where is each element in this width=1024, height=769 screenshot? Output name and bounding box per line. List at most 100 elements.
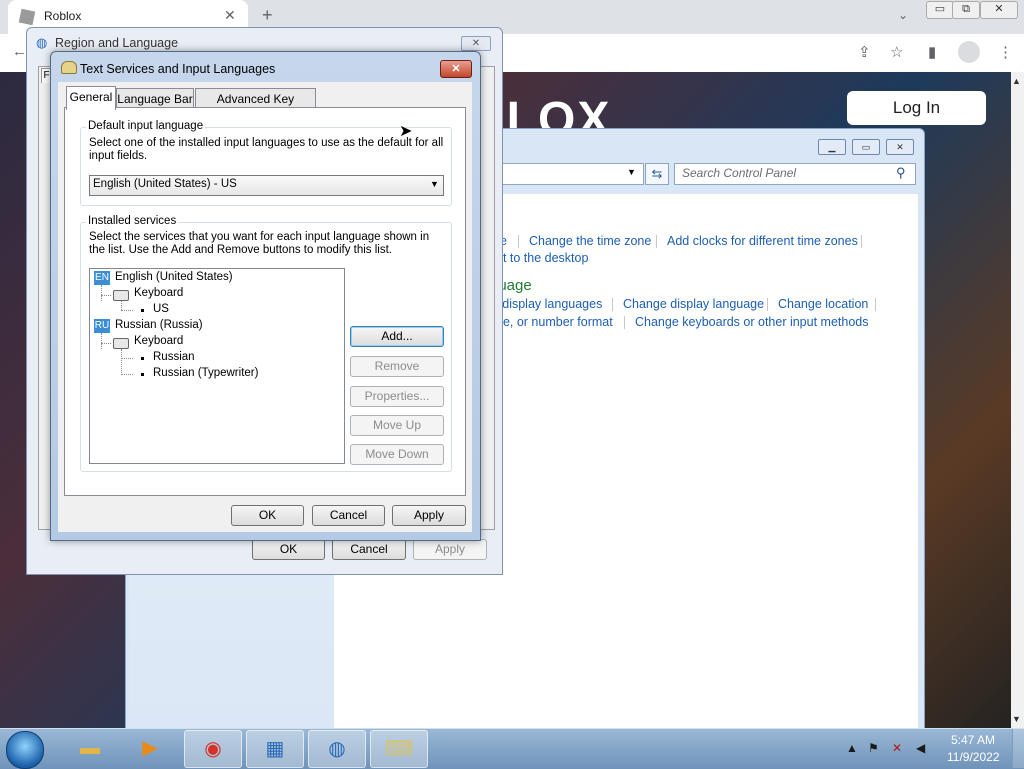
tab-search-icon[interactable]: ⌄ — [898, 8, 908, 22]
cp-link-add-clocks[interactable]: Add clocks for different time zones — [667, 234, 858, 248]
ok-button[interactable]: OK — [231, 505, 304, 526]
cp-link-desktop[interactable]: et to the desktop — [496, 251, 588, 265]
volume-icon[interactable]: ◀ — [916, 741, 925, 755]
tree-item-keyboard-en[interactable]: Keyboard — [134, 287, 183, 299]
cp-link-number-format[interactable]: ne, or number format — [496, 315, 613, 329]
bullet-icon — [141, 357, 144, 360]
language-badge-ru: RU — [94, 319, 110, 333]
new-tab-button[interactable]: + — [262, 5, 273, 26]
default-language-description: Select one of the installed input langua… — [89, 137, 444, 162]
cp-minimize-button[interactable]: ▁ — [818, 139, 846, 155]
tree-line — [121, 310, 133, 311]
properties-button[interactable]: Properties... — [350, 386, 444, 407]
bookmark-star-icon[interactable]: ☆ — [890, 43, 903, 61]
keyboard-icon — [113, 338, 129, 349]
tray-expand-icon[interactable]: ▲ — [846, 741, 858, 755]
region-dialog-title: Region and Language — [55, 36, 179, 50]
chevron-down-icon: ▼ — [430, 179, 439, 189]
roblox-favicon-icon — [18, 8, 36, 26]
taskbar-text-services[interactable]: ⌨ — [370, 730, 428, 768]
back-icon[interactable]: ← — [12, 43, 27, 60]
cp-search-placeholder: Search Control Panel — [682, 166, 797, 180]
page-scrollbar[interactable] — [1011, 72, 1024, 728]
tab-close-icon[interactable]: ✕ — [224, 7, 236, 24]
bullet-icon — [141, 373, 144, 376]
tree-item-layout-us[interactable]: US — [153, 303, 169, 315]
move-up-button[interactable]: Move Up — [350, 415, 444, 436]
taskbar-chrome[interactable]: ◉ — [184, 730, 242, 768]
remove-button[interactable]: Remove — [350, 356, 444, 377]
control-panel-icon: ▦ — [265, 738, 285, 760]
cp-link-display-languages[interactable]: l display languages — [496, 297, 602, 311]
move-down-button[interactable]: Move Down — [350, 444, 444, 465]
taskbar-explorer[interactable]: ▬ — [62, 730, 118, 766]
region-cancel-button[interactable]: Cancel — [332, 539, 406, 560]
folder-icon: ▬ — [80, 737, 100, 759]
tree-line — [101, 285, 102, 301]
network-icon[interactable]: ✕ — [892, 741, 902, 755]
minimize-button[interactable]: ▭ — [926, 1, 954, 19]
address-dropdown-icon[interactable]: ▼ — [627, 167, 636, 177]
cp-link-change-keyboards[interactable]: Change keyboards or other input methods — [635, 315, 868, 329]
tree-item-keyboard-ru[interactable]: Keyboard — [134, 335, 183, 347]
start-button[interactable] — [6, 731, 44, 769]
tab-advanced-key-settings[interactable]: Advanced Key Settings — [195, 88, 316, 126]
tree-item-layout-russian[interactable]: Russian — [153, 351, 195, 363]
installed-services-group-label: Installed services — [86, 215, 179, 227]
apply-button[interactable]: Apply — [392, 505, 466, 526]
profile-avatar[interactable] — [958, 41, 980, 63]
cancel-button[interactable]: Cancel — [312, 505, 385, 526]
tree-line — [101, 343, 111, 344]
action-center-icon[interactable]: ⚑ — [868, 741, 879, 755]
link-separator — [656, 235, 657, 248]
link-separator — [624, 316, 625, 329]
region-ok-button[interactable]: OK — [252, 539, 325, 560]
installed-services-description: Select the services that you want for ea… — [89, 231, 430, 256]
mouse-cursor-icon: ➤ — [399, 123, 413, 140]
close-window-button[interactable]: ✕ — [980, 1, 1018, 19]
globe-icon: ◍ — [36, 35, 48, 50]
scroll-down-icon[interactable]: ▼ — [1012, 714, 1021, 724]
keyboard-icon — [113, 290, 129, 301]
cp-link-change-location[interactable]: Change location — [778, 297, 868, 311]
login-button[interactable]: Log In — [847, 91, 986, 125]
taskbar-region-language[interactable]: ◍ — [308, 730, 366, 768]
add-button[interactable]: Add... — [350, 326, 444, 347]
tree-item-layout-russian-typewriter[interactable]: Russian (Typewriter) — [153, 367, 258, 379]
tree-item-russian[interactable]: Russian (Russia) — [115, 319, 203, 331]
cp-link-change-display-language[interactable]: Change display language — [623, 297, 764, 311]
tab-language-bar[interactable]: Language Bar — [116, 88, 194, 109]
link-separator — [612, 298, 613, 311]
side-panel-icon[interactable]: ▮ — [928, 43, 936, 61]
refresh-icon[interactable]: ⇆ — [645, 163, 669, 185]
cp-maximize-button[interactable]: ▭ — [852, 139, 880, 155]
cp-close-button[interactable]: ✕ — [886, 139, 914, 155]
show-desktop-button[interactable] — [1012, 729, 1024, 768]
media-player-icon: ▶ — [142, 737, 158, 759]
tree-line — [121, 374, 133, 375]
search-icon[interactable]: ⚲ — [896, 165, 906, 181]
globe-clock-icon: ◍ — [328, 738, 346, 760]
tree-line — [121, 358, 133, 359]
clock-time[interactable]: 5:47 AM — [951, 733, 995, 747]
cp-address-bar[interactable] — [490, 163, 644, 185]
restore-button[interactable]: ⧉ — [952, 1, 980, 19]
default-language-value: English (United States) - US — [93, 178, 237, 190]
taskbar-control-panel[interactable]: ▦ — [246, 730, 304, 768]
menu-icon[interactable]: ⋮ — [998, 43, 1013, 61]
text-services-close-button[interactable]: ✕ — [440, 60, 472, 78]
text-services-icon — [61, 61, 77, 74]
bullet-icon — [141, 309, 144, 312]
region-apply-button[interactable]: Apply — [413, 539, 487, 560]
link-separator — [767, 298, 768, 311]
taskbar-media-player[interactable]: ▶ — [122, 730, 178, 766]
clock-date[interactable]: 11/9/2022 — [947, 750, 1000, 764]
scroll-up-icon[interactable]: ▲ — [1012, 76, 1021, 86]
tab-title: Roblox — [44, 9, 82, 23]
chrome-icon: ◉ — [204, 738, 222, 760]
tab-general[interactable]: General — [66, 86, 116, 110]
cp-link-change-time-zone[interactable]: Change the time zone — [529, 234, 651, 248]
region-dialog-close-button[interactable]: ✕ — [461, 36, 491, 51]
tree-item-english[interactable]: English (United States) — [115, 271, 233, 283]
share-icon[interactable]: ⇪ — [858, 43, 871, 61]
